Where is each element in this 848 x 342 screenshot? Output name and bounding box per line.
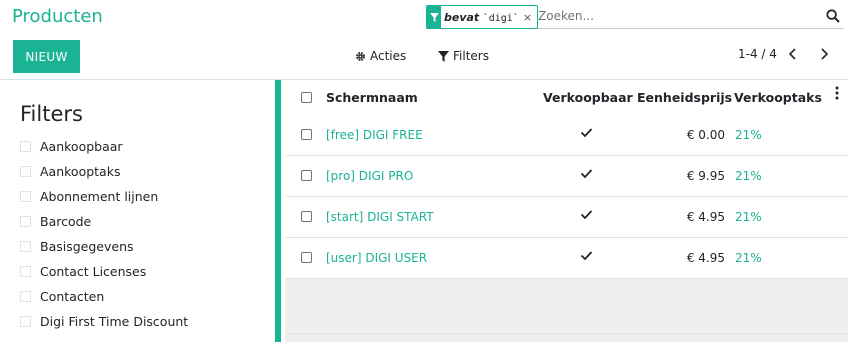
filter-label: Basisgegevens xyxy=(40,239,134,254)
table-header: Schermnaam Verkoopbaar Eenheidsprijs Ver… xyxy=(285,80,848,116)
product-name[interactable]: [start] DIGI START xyxy=(326,210,434,224)
column-header-price[interactable]: Eenheidsprijs xyxy=(637,90,732,105)
filters-label: Filters xyxy=(453,49,489,63)
search-facet-field: bevat xyxy=(444,10,480,24)
actions-button[interactable]: Acties xyxy=(355,49,406,63)
filter-checkbox[interactable] xyxy=(20,191,31,202)
chevron-left-icon[interactable] xyxy=(788,46,800,62)
filter-label: Digi First Time Discount xyxy=(40,314,189,329)
funnel-icon xyxy=(438,50,449,62)
search-bar: bevat `digi` × xyxy=(426,4,844,29)
product-price: € 9.95 xyxy=(686,169,725,183)
pager-value[interactable]: 1-4 / 4 xyxy=(738,47,777,61)
row-checkbox[interactable] xyxy=(301,211,312,222)
product-name[interactable]: [free] DIGI FREE xyxy=(326,128,423,142)
sidebar-accent-bar xyxy=(275,80,281,342)
filter-label: Aankooptaks xyxy=(40,164,121,179)
select-all-checkbox[interactable] xyxy=(301,92,312,103)
filter-checkbox[interactable] xyxy=(20,316,31,327)
filter-checkbox[interactable] xyxy=(20,166,31,177)
product-name[interactable]: [user] DIGI USER xyxy=(326,251,427,265)
filter-item[interactable]: Abonnement lijnen xyxy=(20,189,158,204)
new-button[interactable]: NIEUW xyxy=(13,40,80,73)
filter-item[interactable]: Aankooptaks xyxy=(20,164,120,179)
row-checkbox[interactable] xyxy=(301,170,312,181)
filter-item[interactable]: Basisgegevens xyxy=(20,239,134,254)
filters-sidebar: Filters Aankoopbaar Aankooptaks Abonneme… xyxy=(0,80,275,342)
product-tax[interactable]: 21% xyxy=(735,251,762,265)
page-title: Producten xyxy=(12,6,103,27)
table-row[interactable]: [free] DIGI FREE € 0.00 21% xyxy=(285,115,848,156)
filter-checkbox[interactable] xyxy=(20,216,31,227)
footer-divider xyxy=(285,333,848,334)
table-row[interactable]: [user] DIGI USER € 4.95 21% xyxy=(285,238,848,279)
row-checkbox[interactable] xyxy=(301,129,312,140)
column-header-sellable[interactable]: Verkoopbaar xyxy=(543,90,633,105)
gear-icon xyxy=(356,51,365,61)
filter-label: Barcode xyxy=(40,214,92,229)
filter-checkbox[interactable] xyxy=(20,291,31,302)
product-list: Schermnaam Verkoopbaar Eenheidsprijs Ver… xyxy=(285,80,848,342)
product-price: € 4.95 xyxy=(686,210,725,224)
product-price: € 0.00 xyxy=(686,128,725,142)
filter-checkbox[interactable] xyxy=(20,266,31,277)
product-tax[interactable]: 21% xyxy=(735,128,762,142)
search-input[interactable] xyxy=(538,6,808,26)
search-icon[interactable] xyxy=(826,8,842,24)
row-checkbox[interactable] xyxy=(301,252,312,263)
filter-label: Aankoopbaar xyxy=(40,139,123,154)
table-row[interactable]: [pro] DIGI PRO € 9.95 21% xyxy=(285,156,848,197)
search-facet-value: `digi` xyxy=(482,12,519,24)
column-options-icon[interactable] xyxy=(835,86,839,103)
product-tax[interactable]: 21% xyxy=(735,210,762,224)
filter-checkbox[interactable] xyxy=(20,241,31,252)
product-name[interactable]: [pro] DIGI PRO xyxy=(326,169,413,183)
filter-item[interactable]: Contacten xyxy=(20,289,104,304)
filter-label: Contacten xyxy=(40,289,105,304)
table-row[interactable]: [start] DIGI START € 4.95 21% xyxy=(285,197,848,238)
facet-remove-icon[interactable]: × xyxy=(523,11,537,24)
filter-item[interactable]: Barcode xyxy=(20,214,91,229)
product-tax[interactable]: 21% xyxy=(735,169,762,183)
search-facet[interactable]: bevat `digi` × xyxy=(426,5,539,29)
actions-label: Acties xyxy=(370,49,407,63)
filter-item[interactable]: Digi First Time Discount xyxy=(20,314,188,329)
filter-icon xyxy=(427,6,441,28)
filter-label: Abonnement lijnen xyxy=(40,189,159,204)
checkmark-icon xyxy=(580,168,593,182)
filter-item[interactable]: Aankoopbaar xyxy=(20,139,123,154)
product-price: € 4.95 xyxy=(686,251,725,265)
column-header-tax[interactable]: Verkooptaks xyxy=(734,90,822,105)
list-footer-empty xyxy=(285,279,848,332)
filter-checkbox[interactable] xyxy=(20,141,31,152)
filter-label: Contact Licenses xyxy=(40,264,147,279)
checkmark-icon xyxy=(580,127,593,141)
column-header-name[interactable]: Schermnaam xyxy=(326,90,418,105)
filters-title: Filters xyxy=(20,102,83,126)
search-facet-label: bevat `digi` xyxy=(441,11,523,24)
checkmark-icon xyxy=(580,250,593,264)
chevron-right-icon[interactable] xyxy=(819,46,831,62)
checkmark-icon xyxy=(580,209,593,223)
filter-item[interactable]: Contact Licenses xyxy=(20,264,146,279)
filters-button[interactable]: Filters xyxy=(438,49,489,63)
